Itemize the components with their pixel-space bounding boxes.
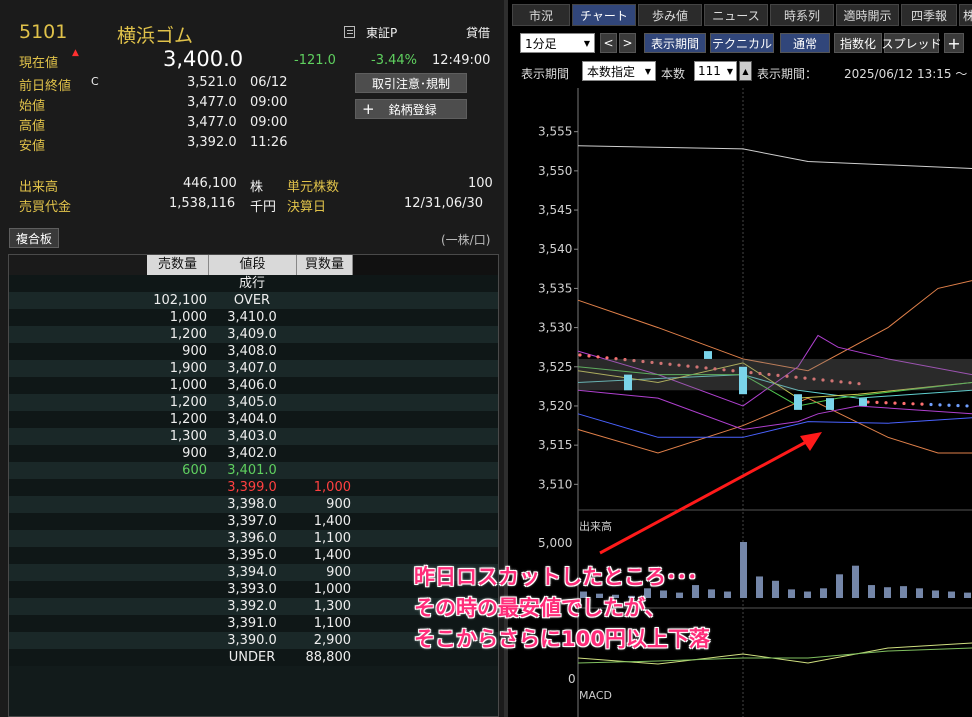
arrow-line	[599, 439, 809, 555]
trading-app: 5101 横浜ゴム 東証P 貸借 現在値 ▲ 3,400.0 -121.0 -3…	[0, 0, 972, 717]
annotation-line-2: その時の最安値でしたが、	[414, 596, 666, 620]
annotation-line-3: そこからさらに100円以上下落	[414, 627, 710, 651]
annotation-line-1: 昨日ロスカットしたところ･･･	[414, 565, 698, 589]
arrow-head	[800, 432, 822, 451]
